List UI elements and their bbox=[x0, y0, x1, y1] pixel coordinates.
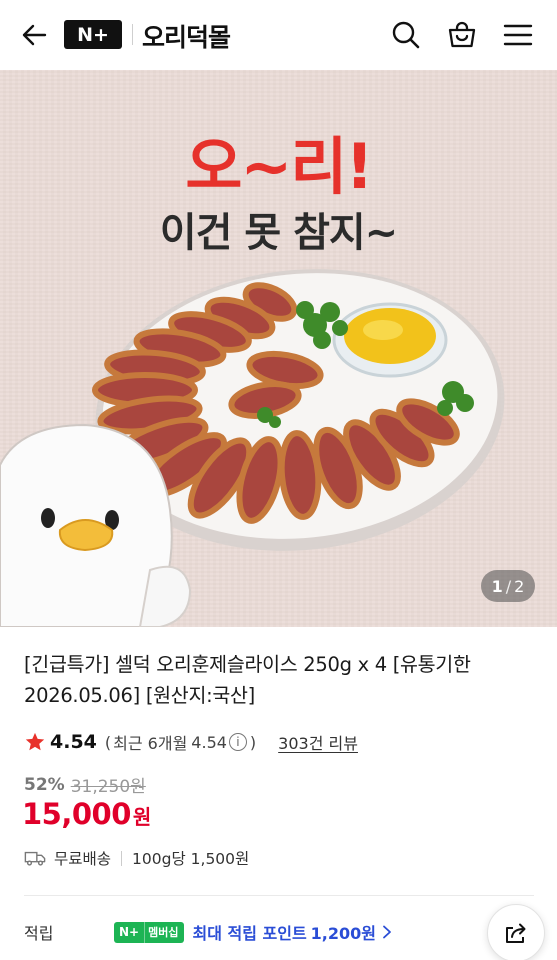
hero-headline: 오~리! bbox=[185, 130, 373, 203]
page-total: 2 bbox=[514, 576, 525, 596]
cart-button[interactable] bbox=[445, 18, 479, 52]
membership-badge: N+ 멤버십 bbox=[114, 921, 185, 943]
product-title: [긴급특가] 셀덕 오리훈제슬라이스 250g x 4 [유통기한 2026.0… bbox=[24, 653, 471, 707]
membership-badge-text: 멤버십 bbox=[144, 921, 185, 943]
search-icon bbox=[392, 21, 420, 49]
shipping-divider bbox=[121, 850, 123, 866]
section-divider bbox=[24, 895, 534, 896]
page-separator: / bbox=[505, 576, 512, 596]
recent-rating-label: 최근 6개월 bbox=[113, 734, 188, 753]
naver-plus-badge-text: N+ bbox=[114, 921, 145, 943]
menu-icon bbox=[503, 24, 533, 46]
carousel-page-indicator: 1 / 2 bbox=[481, 570, 535, 602]
store-brand-logo[interactable]: 오리덕몰 bbox=[142, 18, 231, 54]
shipping-fee: 무료배송 bbox=[54, 850, 112, 868]
share-icon bbox=[506, 923, 526, 943]
chevron-right-icon bbox=[383, 925, 391, 939]
unit-price: 100g당 1,500원 bbox=[132, 850, 250, 868]
back-arrow-icon bbox=[22, 24, 47, 46]
hero-subheadline: 이건 못 참지~ bbox=[159, 210, 398, 256]
points-row[interactable]: 적립 N+ 멤버십 최대 적립 포인트 1,200원 bbox=[24, 919, 393, 945]
rating-value: 4.54 bbox=[50, 731, 97, 753]
sale-price-row: 15,000 원 bbox=[22, 797, 151, 831]
review-count-link[interactable]: 303건 리뷰 bbox=[278, 730, 358, 754]
recent-paren-close: ) bbox=[249, 732, 257, 752]
page-current: 1 bbox=[491, 576, 503, 596]
original-price: 31,250원 bbox=[70, 777, 146, 797]
naver-plus-logo[interactable]: N+ bbox=[64, 20, 122, 49]
star-icon bbox=[25, 732, 45, 751]
back-button[interactable] bbox=[18, 18, 50, 52]
recent-paren-open: ( bbox=[104, 732, 112, 752]
max-points-label: 최대 적립 포인트 bbox=[192, 924, 307, 943]
discount-rate: 52% bbox=[24, 774, 65, 795]
rating-row: 4.54 ( 최근 6개월 4.54 i ) 303건 리뷰 bbox=[24, 729, 358, 755]
info-icon[interactable]: i bbox=[228, 733, 247, 751]
logo-divider bbox=[132, 24, 133, 45]
recent-rating-value: 4.54 bbox=[191, 732, 227, 752]
search-button[interactable] bbox=[389, 18, 423, 52]
shipping-row: 무료배송 100g당 1,500원 bbox=[24, 846, 249, 870]
currency-unit: 원 bbox=[132, 805, 152, 829]
menu-button[interactable] bbox=[501, 18, 535, 52]
original-price-row: 52% 31,250원 bbox=[24, 772, 146, 798]
cart-icon bbox=[448, 21, 476, 48]
app-header: N+ 오리덕몰 bbox=[0, 0, 557, 70]
product-image-carousel[interactable]: 오~리! 이건 못 참지~ 1 / 2 bbox=[0, 70, 557, 627]
points-label: 적립 bbox=[24, 924, 54, 943]
share-button[interactable] bbox=[487, 904, 545, 960]
sale-price: 15,000 bbox=[22, 797, 131, 831]
truck-icon bbox=[24, 851, 46, 866]
max-points-amount: 1,200원 bbox=[310, 924, 377, 943]
